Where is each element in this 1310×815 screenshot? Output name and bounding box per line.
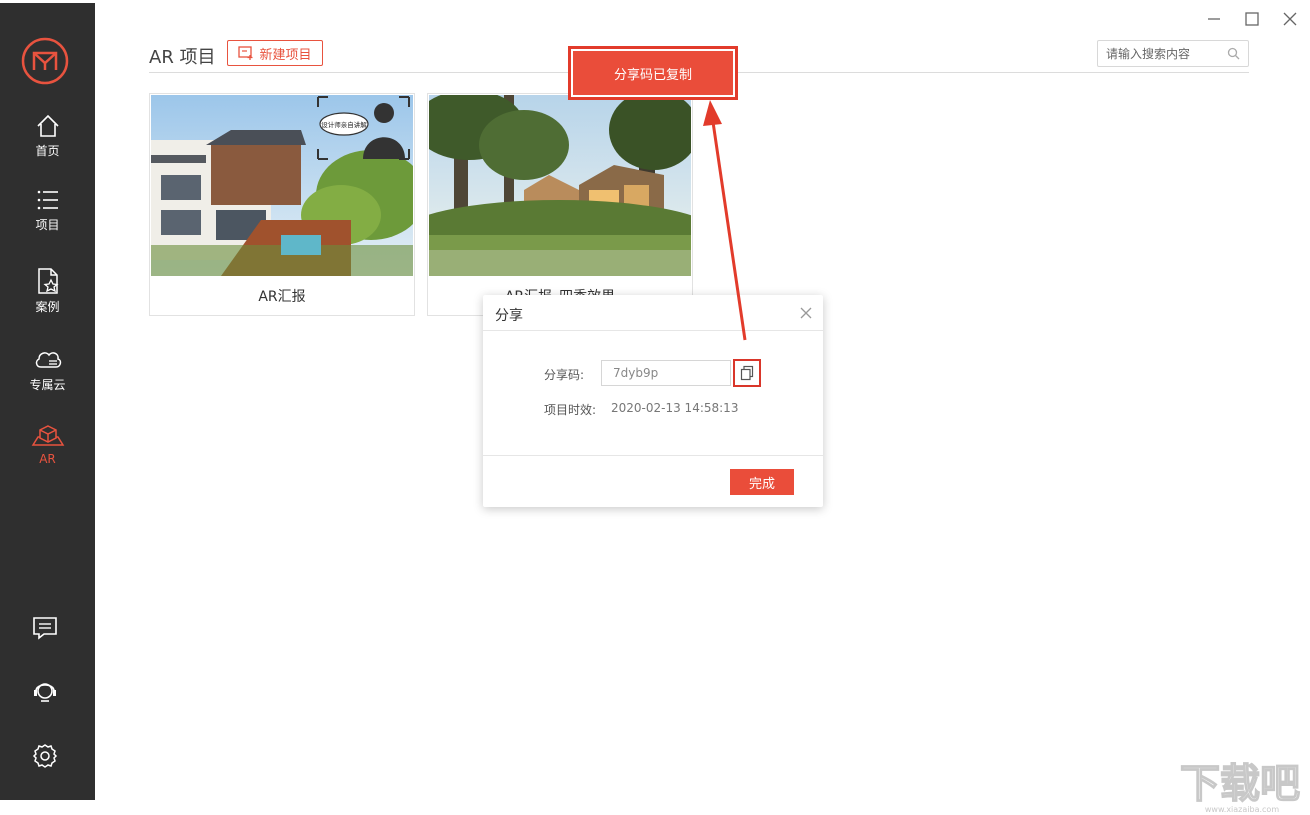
home-icon <box>36 114 59 137</box>
dialog-title: 分享 <box>495 308 523 324</box>
minimize-icon[interactable] <box>1203 8 1225 30</box>
project-card[interactable]: AR汇报_四季效果 <box>427 93 693 316</box>
cloud-icon <box>35 352 61 368</box>
share-code-field[interactable]: 7dyb9p <box>601 360 731 386</box>
copy-button[interactable] <box>733 359 761 387</box>
page-title: AR 项目 <box>149 47 216 68</box>
card-badge-text: 设计师亲自讲解 <box>321 120 367 129</box>
sidebar: 首页 项目 案例 专属云 AR <box>0 3 95 800</box>
copy-icon <box>740 365 754 381</box>
list-icon <box>37 190 58 210</box>
app-window: 首页 项目 案例 专属云 AR AR 项目 新建项目 请输入搜索内容 设计师亲自… <box>0 0 1310 815</box>
project-card-title: AR汇报 <box>258 289 306 305</box>
sidebar-item-label: 首页 <box>35 144 60 158</box>
copied-toast-highlight: 分享码已复制 <box>568 46 738 100</box>
search-box[interactable] <box>1097 40 1249 67</box>
project-thumbnail: 设计师亲自讲解 <box>151 95 413 276</box>
done-button[interactable]: 完成 <box>730 469 794 495</box>
share-dialog: 分享 分享码: 7dyb9p 项目时效: 2020-02-13 14:58:13… <box>483 295 823 507</box>
sidebar-item-label: 专属云 <box>29 378 66 392</box>
dialog-close-icon[interactable] <box>799 306 813 320</box>
sidebar-item-label: 项目 <box>35 218 60 232</box>
close-icon[interactable] <box>1279 8 1301 30</box>
sidebar-item-home[interactable]: 首页 <box>0 113 95 175</box>
maximize-icon[interactable] <box>1241 8 1263 30</box>
watermark-text: 下载吧 <box>1180 761 1300 807</box>
sidebar-item-label: AR <box>39 452 56 466</box>
project-card[interactable]: 设计师亲自讲解 AR汇报 <box>149 93 415 316</box>
dialog-divider <box>483 455 823 456</box>
project-thumbnail <box>429 95 691 276</box>
search-icon[interactable] <box>1227 47 1240 60</box>
share-code-label: 分享码: <box>544 368 585 382</box>
sidebar-item-projects[interactable]: 项目 <box>0 187 95 249</box>
watermark-logo: 下载吧 www.xiazaiba.com <box>1179 760 1300 814</box>
message-icon[interactable] <box>30 613 60 643</box>
copied-toast: 分享码已复制 <box>573 51 733 95</box>
validity-value: 2020-02-13 14:58:13 <box>611 401 739 415</box>
search-input[interactable] <box>1098 41 1218 66</box>
gear-icon[interactable] <box>30 741 60 771</box>
headset-icon[interactable] <box>30 675 60 705</box>
document-star-icon <box>37 268 59 294</box>
sidebar-item-label: 案例 <box>35 300 60 314</box>
new-project-icon <box>238 46 253 60</box>
sidebar-item-cases[interactable]: 案例 <box>0 267 95 329</box>
validity-label: 项目时效: <box>544 403 597 417</box>
new-project-button[interactable]: 新建项目 <box>227 40 323 66</box>
app-logo-icon <box>21 37 69 85</box>
watermark-site: www.xiazaiba.com <box>1205 805 1279 814</box>
ar-box-icon <box>31 425 64 446</box>
dialog-divider <box>483 330 823 331</box>
sidebar-item-cloud[interactable]: 专属云 <box>0 347 95 409</box>
new-project-label: 新建项目 <box>259 47 312 63</box>
sidebar-item-ar[interactable]: AR <box>0 423 95 485</box>
